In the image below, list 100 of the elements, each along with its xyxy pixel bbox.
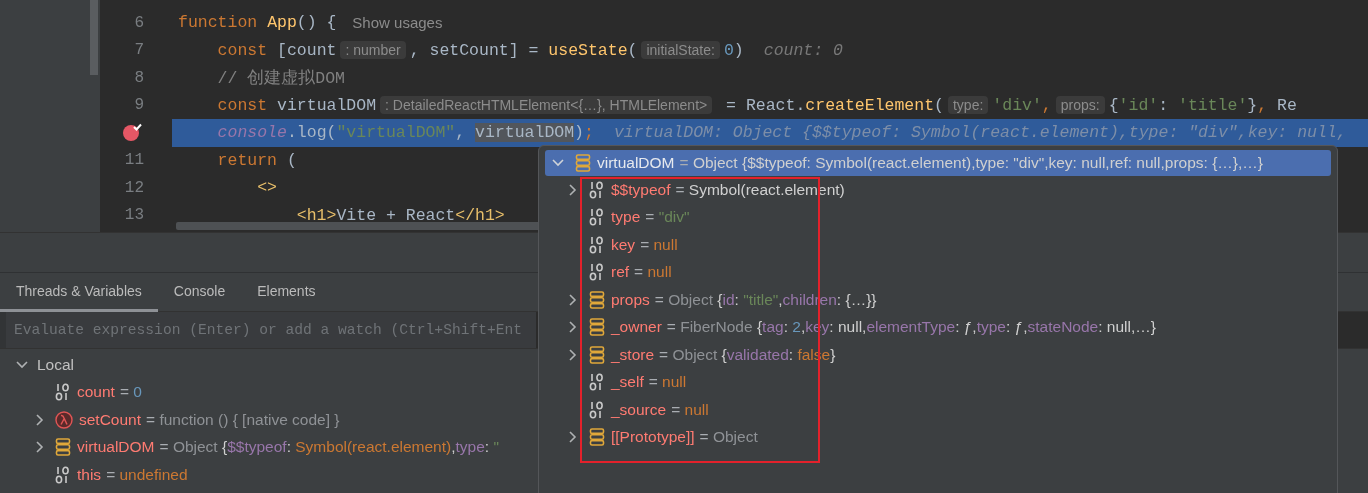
code-token: ) — [733, 40, 744, 60]
code-token: <h1> — [295, 205, 337, 225]
code-token: const — [216, 95, 269, 115]
variable-name: _source — [611, 400, 667, 419]
code-token: 'id' — [1118, 95, 1159, 115]
popup-row[interactable]: virtualDOM = Object {$$typeof: Symbol(react.element),type: "div",key: null,ref: null,props: {…},…} — [545, 150, 1331, 176]
code-token: : — [1158, 95, 1170, 115]
binary-icon — [589, 235, 605, 254]
stack-icon — [589, 428, 605, 447]
evaluate-field[interactable]: Evaluate expression (Enter) or add a watch (Ctrl+Shift+Ent — [0, 312, 536, 348]
variable-value: = null — [640, 235, 678, 254]
breakpoint-icon[interactable] — [122, 122, 142, 142]
usages-hint: Show usages — [352, 14, 443, 32]
variable-name: key — [611, 235, 636, 254]
stack-icon — [575, 154, 591, 172]
variable-value: = Object {$$typeof: Symbol(react.element),type: " — [159, 438, 499, 457]
code-token: ; — [584, 123, 594, 143]
line-number: 8 — [134, 68, 144, 87]
variable-name: _owner — [611, 318, 662, 337]
stack-icon — [589, 290, 605, 309]
code-token: <> — [256, 178, 278, 198]
line-number: 9 — [134, 96, 144, 115]
variable-value: = null — [648, 373, 687, 392]
code-token: </h1> — [455, 205, 505, 225]
code-token: function — [178, 13, 259, 33]
variable-name: ref — [611, 263, 630, 282]
chevron-icon[interactable] — [567, 292, 579, 307]
scope-label: Local — [37, 355, 75, 374]
code-token: } — [1247, 95, 1258, 115]
binary-icon — [589, 373, 605, 392]
stack-icon — [589, 318, 605, 337]
stack-icon — [55, 438, 71, 457]
panel-tab[interactable]: Elements — [241, 273, 332, 312]
variable-name: virtualDOM — [77, 438, 155, 457]
variable-name: type — [611, 208, 641, 227]
code-token: console — [216, 123, 287, 143]
code-token: Vite + React — [336, 205, 456, 225]
inline-value: count: 0 — [763, 40, 843, 60]
code-token: , — [1041, 95, 1052, 115]
stack-icon — [589, 345, 605, 364]
variable-name: props — [611, 290, 650, 309]
variable-name: virtualDOM — [597, 154, 675, 172]
variable-value: = null — [634, 263, 672, 282]
code-token: [count — [277, 40, 337, 60]
line-number: 7 — [134, 41, 144, 60]
code-token: = React. — [725, 95, 806, 115]
variable-value: = Object {$$typeof: Symbol(react.element),type: "div",key: null,ref: null,props: {…},…} — [679, 154, 1263, 172]
code-token: virtualDOM — [475, 123, 575, 143]
code-token: .log( — [286, 123, 337, 143]
binary-icon — [589, 180, 605, 199]
code-comment: // 创建虚拟DOM — [216, 67, 346, 89]
inlay-hint: type: — [947, 96, 989, 115]
code-token: createElement — [805, 95, 935, 115]
chevron-icon[interactable] — [567, 320, 579, 335]
code-token: 0 — [723, 40, 734, 60]
binary-icon — [589, 263, 605, 282]
inlay-hint: props: — [1055, 96, 1105, 115]
variable-name: count — [77, 383, 115, 402]
chevron-icon[interactable] — [567, 430, 579, 445]
code-token: useState — [548, 40, 628, 60]
variable-name: _store — [611, 345, 655, 364]
code-token: , — [1257, 95, 1268, 115]
variable-value: = null — [671, 400, 709, 419]
code-token: ( — [627, 40, 638, 60]
inlay-hint: initialState: — [641, 41, 720, 60]
code-token: ) — [574, 123, 584, 143]
code-token: App — [267, 13, 297, 33]
code-token: "virtualDOM" — [336, 123, 456, 143]
code-token: 'div' — [992, 95, 1042, 115]
code-token: 'title' — [1178, 95, 1248, 115]
binary-icon — [589, 208, 605, 227]
variable-name: [[Prototype]] — [611, 428, 695, 447]
binary-icon — [589, 400, 605, 419]
code-token: () { — [296, 13, 338, 33]
code-token: , setCount] = — [409, 40, 540, 60]
binary-icon — [55, 465, 71, 484]
variable-value: = function () { [native code] } — [146, 410, 340, 429]
variable-name: $$typeof — [611, 180, 671, 199]
code-token: Re — [1276, 95, 1297, 115]
variable-value: = Object — [699, 428, 758, 447]
variable-name: _self — [611, 373, 644, 392]
line-number: 11 — [124, 151, 144, 170]
binary-icon — [55, 383, 71, 402]
panel-tab[interactable]: Console — [157, 273, 242, 312]
code-token: return — [216, 150, 279, 170]
code-token: ( — [934, 95, 944, 115]
line-number: 12 — [124, 178, 144, 197]
inline-value: virtualDOM: Object {$$typeof: Symbol(react.element),type: "div",key: null, — [613, 123, 1347, 143]
variable-value: = "div" — [645, 208, 690, 227]
line-number: 6 — [134, 13, 144, 32]
variable-name: this — [77, 465, 102, 484]
chevron-icon[interactable] — [567, 182, 579, 197]
chevron-icon[interactable] — [567, 347, 579, 362]
code-token: , — [455, 123, 467, 143]
inlay-hint: : number — [340, 41, 406, 60]
variable-value: = undefined — [106, 465, 188, 484]
scrollbar-thumb[interactable] — [90, 0, 98, 75]
variable-name: setCount — [79, 410, 142, 429]
variable-value: = 0 — [119, 383, 142, 402]
code-token: { — [1108, 95, 1119, 115]
